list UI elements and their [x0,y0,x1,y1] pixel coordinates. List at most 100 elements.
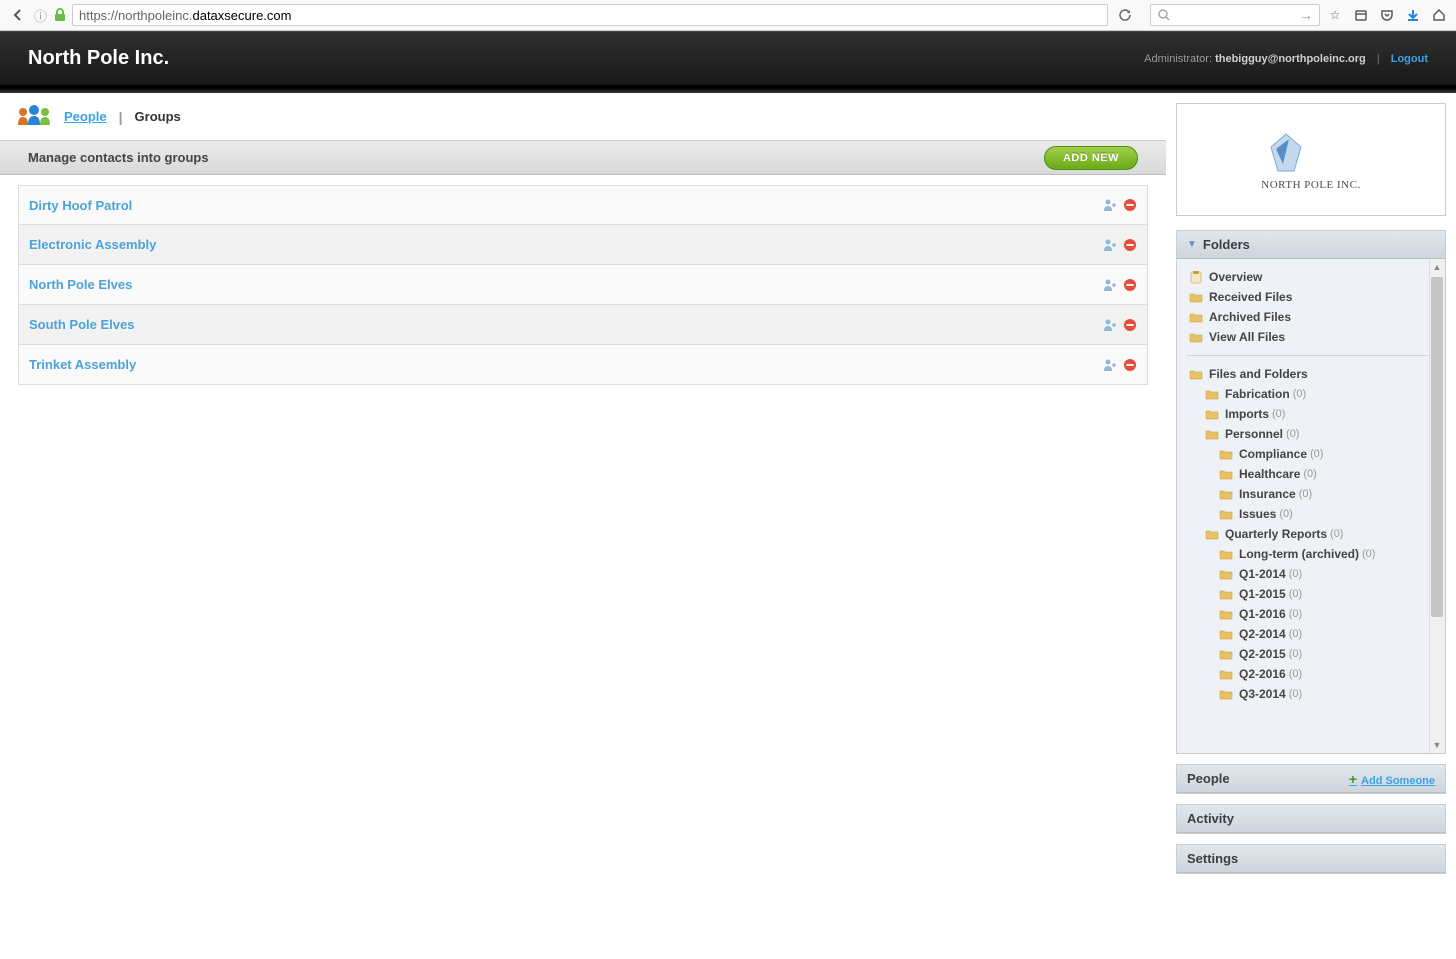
folder-count: (0) [1293,388,1306,400]
folder-tree-item[interactable]: Q3-2014(0) [1185,684,1441,704]
group-actions [1103,318,1137,332]
folder-tree-item[interactable]: Q1-2016(0) [1185,604,1441,624]
tab-groups[interactable]: Groups [135,109,181,124]
folder-count: (0) [1286,428,1299,440]
folder-tree-item[interactable]: Q1-2015(0) [1185,584,1441,604]
library-icon[interactable] [1350,4,1372,26]
folder-label: View All Files [1209,330,1285,344]
folder-count: (0) [1299,488,1312,500]
member-icon[interactable] [1103,278,1117,292]
url-prefix: https:// [79,8,118,23]
group-actions [1103,238,1137,252]
folder-tree-item[interactable]: Issues(0) [1185,504,1441,524]
folder-label: Received Files [1209,290,1292,304]
folder-label: Q2-2016 [1239,667,1286,681]
delete-icon[interactable] [1123,238,1137,252]
folder-label: Quarterly Reports [1225,527,1327,541]
url-bar[interactable]: https://northpoleinc.dataxsecure.com [72,4,1108,26]
member-icon[interactable] [1103,318,1117,332]
add-someone-link[interactable]: +Add Someone [1349,771,1435,787]
group-name-link[interactable]: Trinket Assembly [29,357,136,372]
delete-icon[interactable] [1123,278,1137,292]
folders-panel-header[interactable]: ▼ Folders [1177,231,1445,259]
scrollbar-track[interactable]: ▲ ▼ [1429,259,1445,753]
folder-label: Overview [1209,270,1262,284]
tab-bar: People | Groups [0,93,1166,141]
lock-icon [54,8,68,22]
people-panel-header[interactable]: People +Add Someone [1177,765,1445,793]
folder-divider [1187,355,1435,356]
folder-tree-item[interactable]: Q1-2014(0) [1185,564,1441,584]
folder-tree-item[interactable]: Personnel(0) [1185,424,1441,444]
folder-tree-item[interactable]: Q2-2014(0) [1185,624,1441,644]
scroll-up-arrow[interactable]: ▲ [1432,262,1442,272]
folder-quick-item[interactable]: Archived Files [1185,307,1441,327]
browser-search[interactable]: → [1150,4,1320,26]
folder-quick-item[interactable]: Received Files [1185,287,1441,307]
back-button[interactable] [6,3,30,27]
tab-people[interactable]: People [64,109,107,124]
delete-icon[interactable] [1123,358,1137,372]
delete-icon[interactable] [1123,198,1137,212]
folder-quick-item[interactable]: View All Files [1185,327,1441,347]
folder-label: Long-term (archived) [1239,547,1359,561]
group-name-link[interactable]: South Pole Elves [29,317,134,332]
activity-panel-header[interactable]: Activity [1177,805,1445,833]
bookmark-icon[interactable]: ☆ [1324,4,1346,26]
left-column: People | Groups Manage contacts into gro… [0,93,1166,959]
group-name-link[interactable]: Dirty Hoof Patrol [29,198,132,213]
folder-tree-item[interactable]: Q2-2015(0) [1185,644,1441,664]
settings-panel-header[interactable]: Settings [1177,845,1445,873]
group-list: Dirty Hoof Patrol Electronic Assembly No… [0,175,1166,395]
folder-tree-item[interactable]: Q2-2016(0) [1185,664,1441,684]
folder-count: (0) [1289,568,1302,580]
logout-link[interactable]: Logout [1391,53,1428,65]
reload-button[interactable] [1118,8,1140,22]
header-separator: | [1377,53,1380,65]
folder-label: Issues [1239,507,1276,521]
member-icon[interactable] [1103,198,1117,212]
search-go-icon: → [1299,7,1313,23]
company-logo-box: NORTH POLE INC. [1176,103,1446,216]
right-sidebar: NORTH POLE INC. ▼ Folders Overview Receiv… [1166,93,1456,959]
group-row: Dirty Hoof Patrol [18,185,1148,225]
member-icon[interactable] [1103,238,1117,252]
folder-tree-item[interactable]: Quarterly Reports(0) [1185,524,1441,544]
downloads-icon[interactable] [1402,4,1424,26]
scroll-down-arrow[interactable]: ▼ [1432,740,1442,750]
folder-label: Insurance [1239,487,1296,501]
folder-quick-item[interactable]: Overview [1185,267,1441,287]
delete-icon[interactable] [1123,318,1137,332]
activity-panel: Activity [1176,804,1446,834]
folder-tree-item[interactable]: Insurance(0) [1185,484,1441,504]
group-row: North Pole Elves [18,265,1148,305]
folder-tree-item[interactable]: Fabrication(0) [1185,384,1441,404]
app-header: North Pole Inc. Administrator: thebigguy… [0,31,1456,88]
folder-count: (0) [1289,648,1302,660]
folder-count: (0) [1362,548,1375,560]
main-area: People | Groups Manage contacts into gro… [0,93,1456,959]
folder-count: (0) [1289,688,1302,700]
section-header: Manage contacts into groups ADD NEW [0,141,1166,175]
group-name-link[interactable]: North Pole Elves [29,277,132,292]
pocket-icon[interactable] [1376,4,1398,26]
folder-tree-item[interactable]: Healthcare(0) [1185,464,1441,484]
folder-tree-item[interactable]: Imports(0) [1185,404,1441,424]
folder-tree-item[interactable]: Compliance(0) [1185,444,1441,464]
folder-label: Q1-2016 [1239,607,1286,621]
add-new-button[interactable]: ADD NEW [1044,146,1138,170]
people-title: People [1187,771,1230,786]
group-name-link[interactable]: Electronic Assembly [29,237,156,252]
home-icon[interactable] [1428,4,1450,26]
browser-toolbar: ⓘ https://northpoleinc.dataxsecure.com →… [0,0,1456,31]
folder-label: Personnel [1225,427,1283,441]
folder-tree-item[interactable]: Long-term (archived)(0) [1185,544,1441,564]
search-icon [1157,8,1171,22]
folder-root[interactable]: Files and Folders [1185,364,1441,384]
scrollbar-thumb[interactable] [1431,277,1443,617]
page-info-icon[interactable]: ⓘ [34,6,50,25]
member-icon[interactable] [1103,358,1117,372]
folder-count: (0) [1303,468,1316,480]
settings-title: Settings [1187,851,1238,866]
folder-label: Healthcare [1239,467,1300,481]
